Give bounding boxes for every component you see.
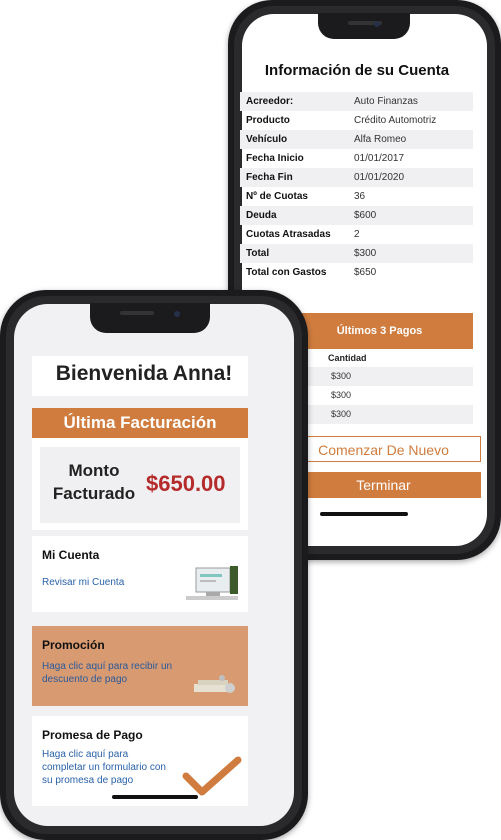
account-detail-row: Cuotas Atrasadas 2 [240, 225, 473, 244]
promise-title: Promesa de Pago [42, 728, 143, 742]
money-illustration-icon [194, 675, 235, 693]
front-phone-notch [90, 303, 210, 333]
my-account-card[interactable]: Mi Cuenta Revisar mi Cuenta [32, 536, 248, 612]
account-detail-row: Producto Crédito Automotriz [240, 111, 473, 130]
detail-value: $300 [354, 248, 377, 259]
account-detail-row: Fecha Inicio 01/01/2017 [240, 149, 473, 168]
billed-amount: $650.00 [146, 471, 226, 496]
my-account-title: Mi Cuenta [42, 548, 100, 562]
my-account-link[interactable]: Revisar mi Cuenta [42, 576, 124, 589]
payments-column-header: Cantidad [328, 353, 367, 363]
detail-value: 36 [354, 191, 366, 202]
account-detail-row: Deuda $600 [240, 206, 473, 225]
detail-label: Total [246, 248, 270, 259]
detail-label: Nº de Cuotas [246, 191, 308, 202]
account-detail-row: Fecha Fin 01/01/2020 [240, 168, 473, 187]
restart-button[interactable]: Comenzar De Nuevo [286, 436, 481, 462]
detail-label: Producto [246, 115, 290, 126]
payments-header: Últimos 3 Pagos [286, 313, 473, 349]
account-detail-row: Nº de Cuotas 36 [240, 187, 473, 206]
promise-card[interactable]: Promesa de Pago Haga clic aquí para comp… [32, 716, 248, 806]
detail-label: Acreedor: [246, 96, 294, 107]
detail-value: 01/01/2020 [354, 172, 405, 183]
detail-label: Fecha Inicio [246, 153, 304, 164]
detail-value: Alfa Romeo [354, 134, 407, 145]
billing-box: Monto Facturado $650.00 [40, 447, 240, 523]
promotion-card[interactable]: Promoción Haga clic aquí para recibir un… [32, 626, 248, 706]
payment-row: $300 [286, 367, 473, 386]
front-phone: Bienvenida Anna! Última Facturación Mont… [0, 290, 308, 840]
detail-label: Fecha Fin [246, 172, 293, 183]
checkmark-icon [182, 756, 242, 796]
account-details-table: Acreedor: Auto Finanzas Producto Crédito Au… [240, 92, 473, 282]
payment-row: $300 [331, 390, 352, 400]
detail-value: 2 [354, 229, 360, 240]
account-detail-row: Total con Gastos $650 [240, 263, 473, 282]
payment-row: $300 [286, 405, 473, 424]
home-indicator[interactable] [112, 795, 198, 799]
back-phone-notch [318, 13, 410, 39]
computer-illustration-icon [186, 566, 238, 600]
account-title: Información de su Cuenta [264, 62, 450, 79]
promotion-title: Promoción [42, 638, 105, 652]
detail-label: Deuda [246, 210, 277, 221]
detail-label: Vehículo [246, 134, 288, 145]
camera-icon [374, 21, 380, 27]
camera-icon [174, 311, 180, 317]
detail-value: $600 [354, 210, 377, 221]
account-detail-row: Total $300 [240, 244, 473, 263]
account-detail-row: Vehículo Alfa Romeo [240, 130, 473, 149]
detail-value: 01/01/2017 [354, 153, 405, 164]
home-indicator[interactable] [320, 512, 408, 516]
billed-label: Monto Facturado [52, 461, 136, 503]
finish-button[interactable]: Terminar [286, 472, 481, 498]
detail-value: Auto Finanzas [354, 96, 418, 107]
account-detail-row: Acreedor: Auto Finanzas [240, 92, 473, 111]
promise-link[interactable]: Haga clic aquí para completar un formula… [42, 748, 172, 787]
billing-header: Última Facturación [32, 408, 248, 438]
detail-label: Total con Gastos [246, 267, 327, 278]
detail-value: Crédito Automotriz [354, 115, 437, 126]
promotion-link[interactable]: Haga clic aquí para recibir un descuento… [42, 660, 182, 686]
detail-label: Cuotas Atrasadas [246, 229, 331, 240]
detail-value: $650 [354, 267, 377, 278]
welcome-title: Bienvenida Anna! [55, 362, 233, 385]
